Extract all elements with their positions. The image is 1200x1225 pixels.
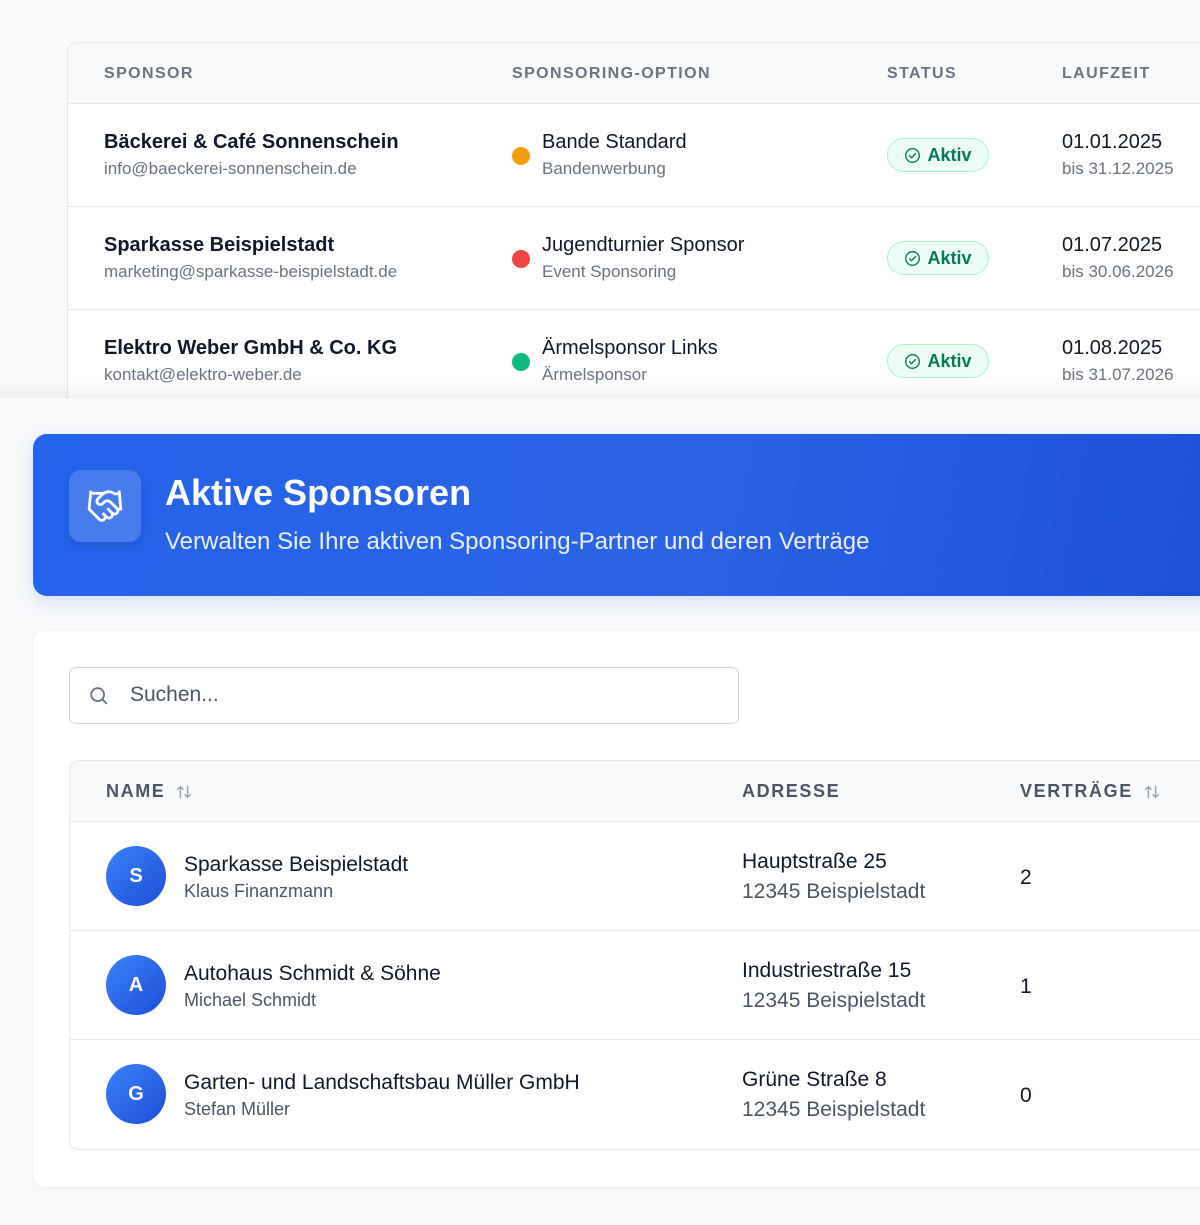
search-input[interactable]: [130, 668, 720, 722]
contract-option-category: Event Sponsoring: [542, 262, 677, 281]
contracts-table-header: SPONSOR SPONSORING-OPTION STATUS LAUFZEI…: [68, 43, 1200, 104]
avatar: S: [106, 846, 166, 906]
status-badge: Aktiv: [887, 241, 989, 275]
sort-icon[interactable]: [1143, 783, 1161, 801]
sponsor-name: Sparkasse Beispielstadt: [184, 853, 409, 876]
sponsor-contact-person: Klaus Finanzmann: [184, 881, 334, 901]
handshake-icon: [69, 470, 141, 542]
column-header-name[interactable]: NAME: [106, 781, 193, 802]
contract-option-category: Bandenwerbung: [542, 159, 666, 178]
contract-sponsor-email: info@baeckerei-sonnenschein.de: [104, 159, 357, 178]
page-title: Aktive Sponsoren: [165, 472, 472, 513]
column-header-contracts-label: VERTRÄGE: [1020, 781, 1133, 801]
column-header-address: ADRESSE: [742, 781, 840, 802]
contract-start-date: 01.07.2025: [1062, 234, 1163, 256]
contracts-section: SPONSOR SPONSORING-OPTION STATUS LAUFZEI…: [0, 0, 1200, 398]
active-sponsors-page: Aktive Sponsoren Verwalten Sie Ihre akti…: [0, 398, 1200, 1225]
sponsor-name: Garten- und Landschaftsbau Müller GmbH: [184, 1071, 580, 1094]
status-label: Aktiv: [927, 247, 972, 268]
sponsors-table: NAME ADRESSE VERTRÄGE S Sparkasse Beispi…: [69, 760, 1200, 1150]
sponsors-table-header: NAME ADRESSE VERTRÄGE: [70, 761, 1200, 822]
screen: SPONSOR SPONSORING-OPTION STATUS LAUFZEI…: [0, 0, 1200, 1225]
column-header-status: STATUS: [887, 65, 958, 82]
contract-sponsor-name: Bäckerei & Café Sonnenschein: [104, 131, 399, 153]
contract-start-date: 01.01.2025: [1062, 131, 1163, 153]
column-header-sponsoring-option: SPONSORING-OPTION: [512, 65, 711, 82]
section-divider: [0, 380, 1200, 398]
sponsor-contract-count: 2: [1020, 866, 1032, 889]
sponsor-contract-count: 1: [1020, 975, 1032, 998]
column-header-name-label: NAME: [106, 781, 166, 801]
column-header-term: LAUFZEIT: [1062, 65, 1151, 82]
contract-option-name: Bande Standard: [542, 131, 687, 153]
sponsor-city: 12345 Beispielstadt: [742, 989, 926, 1012]
column-header-address-label: ADRESSE: [742, 781, 841, 801]
check-circle-icon: [905, 250, 921, 266]
category-dot-icon: [512, 250, 530, 268]
column-header-sponsor: SPONSOR: [104, 65, 194, 82]
search-icon: [90, 687, 108, 705]
sponsor-city: 12345 Beispielstadt: [742, 880, 926, 903]
sort-icon[interactable]: [175, 783, 193, 801]
status-badge: Aktiv: [887, 138, 989, 172]
status-label: Aktiv: [927, 350, 972, 371]
sponsor-street: Grüne Straße 8: [742, 1068, 887, 1091]
search-box[interactable]: [69, 667, 739, 724]
column-header-contracts[interactable]: VERTRÄGE: [1020, 781, 1161, 802]
avatar: A: [106, 955, 166, 1015]
sponsors-card: NAME ADRESSE VERTRÄGE: [33, 631, 1200, 1187]
sponsor-row[interactable]: A Autohaus Schmidt & Söhne Michael Schmi…: [70, 931, 1200, 1040]
page-subtitle: Verwalten Sie Ihre aktiven Sponsoring-Pa…: [165, 528, 870, 555]
sponsor-street: Industriestraße 15: [742, 959, 912, 982]
contract-row[interactable]: Sparkasse Beispielstadt marketing@sparka…: [68, 207, 1200, 310]
sponsor-street: Hauptstraße 25: [742, 850, 887, 873]
sponsor-name: Autohaus Schmidt & Söhne: [184, 962, 441, 985]
sponsor-row[interactable]: G Garten- und Landschaftsbau Müller GmbH…: [70, 1040, 1200, 1149]
check-circle-icon: [905, 147, 921, 163]
status-badge: Aktiv: [887, 344, 989, 378]
sponsor-city: 12345 Beispielstadt: [742, 1098, 926, 1121]
contract-end-date: bis 30.06.2026: [1062, 262, 1174, 281]
contract-start-date: 01.08.2025: [1062, 337, 1163, 359]
sponsor-row[interactable]: S Sparkasse Beispielstadt Klaus Finanzma…: [70, 822, 1200, 931]
sponsor-contact-person: Michael Schmidt: [184, 990, 317, 1010]
sponsor-contact-person: Stefan Müller: [184, 1099, 291, 1119]
contract-row[interactable]: Bäckerei & Café Sonnenschein info@baecke…: [68, 104, 1200, 207]
contract-sponsor-name: Elektro Weber GmbH & Co. KG: [104, 337, 398, 359]
avatar: G: [106, 1064, 166, 1124]
category-dot-icon: [512, 353, 530, 371]
contract-option-name: Ärmelsponsor Links: [542, 337, 718, 359]
page-header-banner: Aktive Sponsoren Verwalten Sie Ihre akti…: [33, 434, 1200, 596]
contract-sponsor-name: Sparkasse Beispielstadt: [104, 234, 335, 256]
contract-option-name: Jugendturnier Sponsor: [542, 234, 745, 256]
sponsor-contract-count: 0: [1020, 1084, 1032, 1107]
contracts-table: SPONSOR SPONSORING-OPTION STATUS LAUFZEI…: [67, 42, 1200, 398]
contract-end-date: bis 31.12.2025: [1062, 159, 1174, 178]
status-label: Aktiv: [927, 144, 972, 165]
category-dot-icon: [512, 147, 530, 165]
contract-sponsor-email: marketing@sparkasse-beispielstadt.de: [104, 262, 398, 281]
check-circle-icon: [905, 353, 921, 369]
